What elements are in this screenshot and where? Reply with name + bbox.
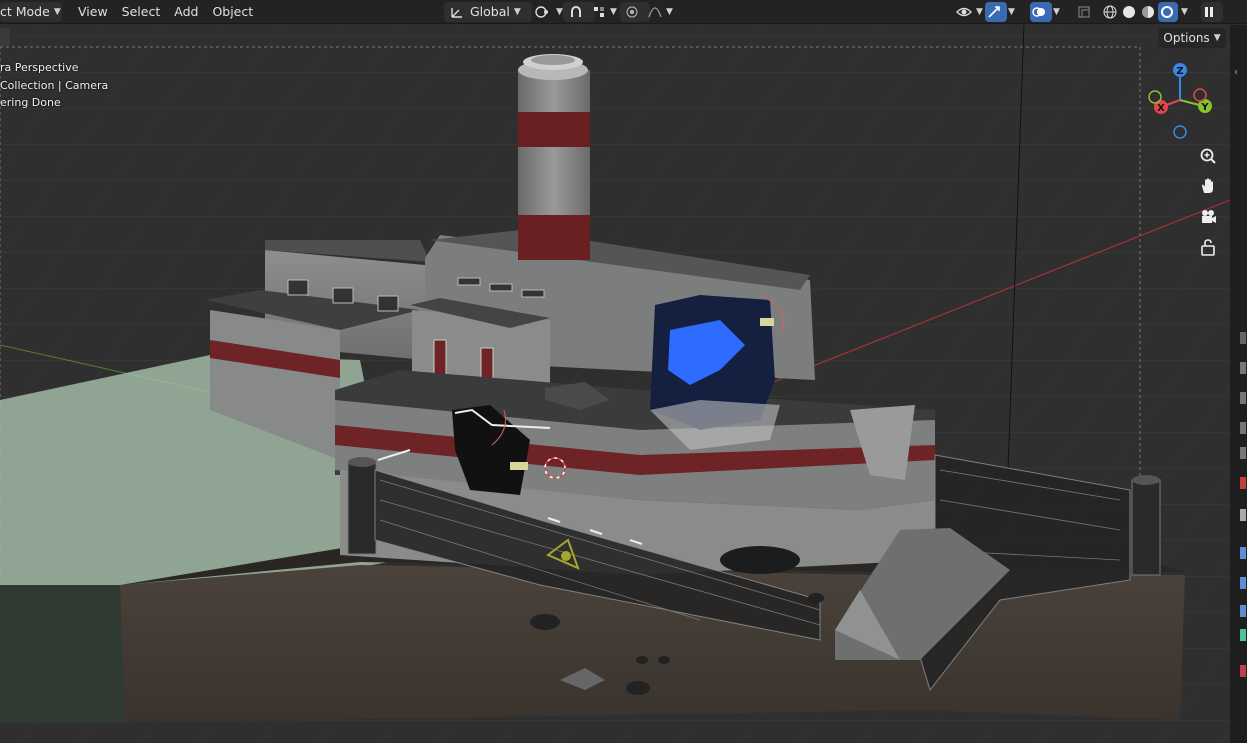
viewport-header: ct Mode ▼ View Select Add Object Global ▼… (0, 0, 1247, 24)
snap-icon (569, 5, 583, 19)
material-shading-icon (1141, 5, 1155, 19)
menu-select[interactable]: Select (116, 2, 167, 22)
gizmo-dropdown[interactable]: ▼ (1006, 2, 1022, 22)
material-tab-icon[interactable] (1240, 665, 1246, 677)
material-shading-button[interactable] (1139, 2, 1159, 22)
toolbar-toggle[interactable] (0, 28, 10, 46)
menu-add[interactable]: Add (168, 2, 204, 22)
overlay-icon (1032, 5, 1046, 19)
transform-orientation-dropdown[interactable]: Global ▼ (444, 1, 532, 22)
render-tab-icon[interactable] (1240, 362, 1246, 374)
viewport-info: ra Perspective Collection | Camera ering… (0, 59, 108, 112)
pivot-icon (534, 5, 552, 19)
chevron-down-icon: ▼ (1008, 6, 1015, 17)
snap-target-icon (592, 5, 606, 19)
falloff-icon (648, 5, 662, 19)
shading-dropdown[interactable]: ▼ (1179, 2, 1195, 22)
neg-x-axis-handle[interactable] (1193, 88, 1207, 102)
render-status-text: ering Done (0, 96, 61, 109)
zoom-button[interactable] (1196, 144, 1220, 168)
y-axis-label: Y (1200, 102, 1209, 113)
visibility-dropdown[interactable]: ▼ (950, 2, 990, 22)
wireframe-shading-button[interactable] (1101, 2, 1121, 22)
3d-viewport[interactable]: ra Perspective Collection | Camera ering… (0, 25, 1230, 743)
view-layer-tab-icon[interactable] (1240, 422, 1246, 434)
z-axis-label: Z (1176, 66, 1183, 77)
chevron-down-icon: ▼ (53, 6, 61, 17)
overlay-toggle[interactable] (1030, 1, 1052, 22)
output-tab-icon[interactable] (1240, 392, 1246, 404)
hand-pan-icon (1199, 177, 1217, 195)
transform-orientation-label: Global (470, 4, 510, 19)
rendered-shading-button[interactable] (1158, 1, 1178, 22)
modifier-tab-icon[interactable] (1240, 547, 1246, 559)
gizmo-icon (987, 5, 1001, 19)
xray-icon (1077, 5, 1091, 19)
chevron-down-icon: ▼ (556, 6, 563, 17)
chevron-down-icon: ▼ (513, 6, 521, 17)
x-axis-label: X (1157, 103, 1165, 114)
chevron-down-icon: ▼ (610, 6, 617, 17)
transform-orientation-icon (450, 5, 464, 19)
falloff-dropdown[interactable]: ▼ (642, 2, 680, 22)
view-name-text: ra Perspective (0, 61, 79, 74)
chevron-down-icon: ▼ (666, 6, 673, 17)
menu-view[interactable]: View (72, 2, 114, 22)
xray-toggle[interactable] (1075, 2, 1097, 22)
scene-render (0, 25, 1230, 743)
overlay-dropdown[interactable]: ▼ (1051, 2, 1067, 22)
mode-selector[interactable]: ct Mode ▼ (0, 1, 62, 22)
mode-label: ct Mode (0, 4, 50, 19)
chevron-down-icon: ▼ (1053, 6, 1060, 17)
pan-button[interactable] (1196, 174, 1220, 198)
properties-tab-strip: ‹ (1230, 25, 1247, 743)
solid-shading-icon (1122, 5, 1136, 19)
particles-tab-icon[interactable] (1240, 577, 1246, 589)
object-tab-icon[interactable] (1240, 509, 1246, 521)
zoom-icon (1199, 147, 1217, 165)
options-label: Options (1163, 31, 1210, 45)
visibility-icon (956, 5, 972, 19)
collection-camera-text: Collection | Camera (0, 78, 109, 92)
lock-icon (1200, 238, 1216, 256)
chevron-down-icon: ▼ (1213, 33, 1221, 43)
scene-tab-icon[interactable] (1240, 447, 1246, 459)
pause-render-button[interactable] (1201, 1, 1223, 22)
snap-target-dropdown[interactable]: ▼ (586, 2, 624, 22)
neg-y-axis-handle[interactable] (1148, 90, 1162, 104)
menu-object[interactable]: Object (206, 2, 259, 22)
camera-view-icon (1199, 208, 1217, 226)
camera-view-button[interactable] (1196, 205, 1220, 229)
rendered-shading-icon (1160, 5, 1174, 19)
pivot-point-dropdown[interactable]: ▼ (528, 2, 568, 22)
navigation-gizmo[interactable]: Z X Y (1143, 60, 1223, 150)
proportional-edit-icon (626, 6, 638, 18)
gizmo-toggle[interactable] (985, 1, 1007, 22)
world-tab-icon[interactable] (1240, 477, 1246, 489)
lock-camera-button[interactable] (1196, 235, 1220, 259)
physics-tab-icon[interactable] (1240, 605, 1246, 617)
pause-icon (1203, 6, 1215, 18)
neg-z-axis-handle[interactable] (1173, 125, 1187, 139)
chevron-down-icon: ▼ (1181, 6, 1188, 17)
chimney (518, 54, 590, 260)
tool-tab-icon[interactable] (1240, 332, 1246, 344)
wireframe-shading-icon (1103, 5, 1117, 19)
collapse-arrow-icon[interactable]: ‹ (1234, 67, 1247, 79)
data-tab-icon[interactable] (1240, 629, 1246, 641)
options-dropdown[interactable]: Options ▼ (1158, 28, 1226, 48)
chevron-down-icon: ▼ (976, 6, 983, 17)
solid-shading-button[interactable] (1120, 2, 1140, 22)
